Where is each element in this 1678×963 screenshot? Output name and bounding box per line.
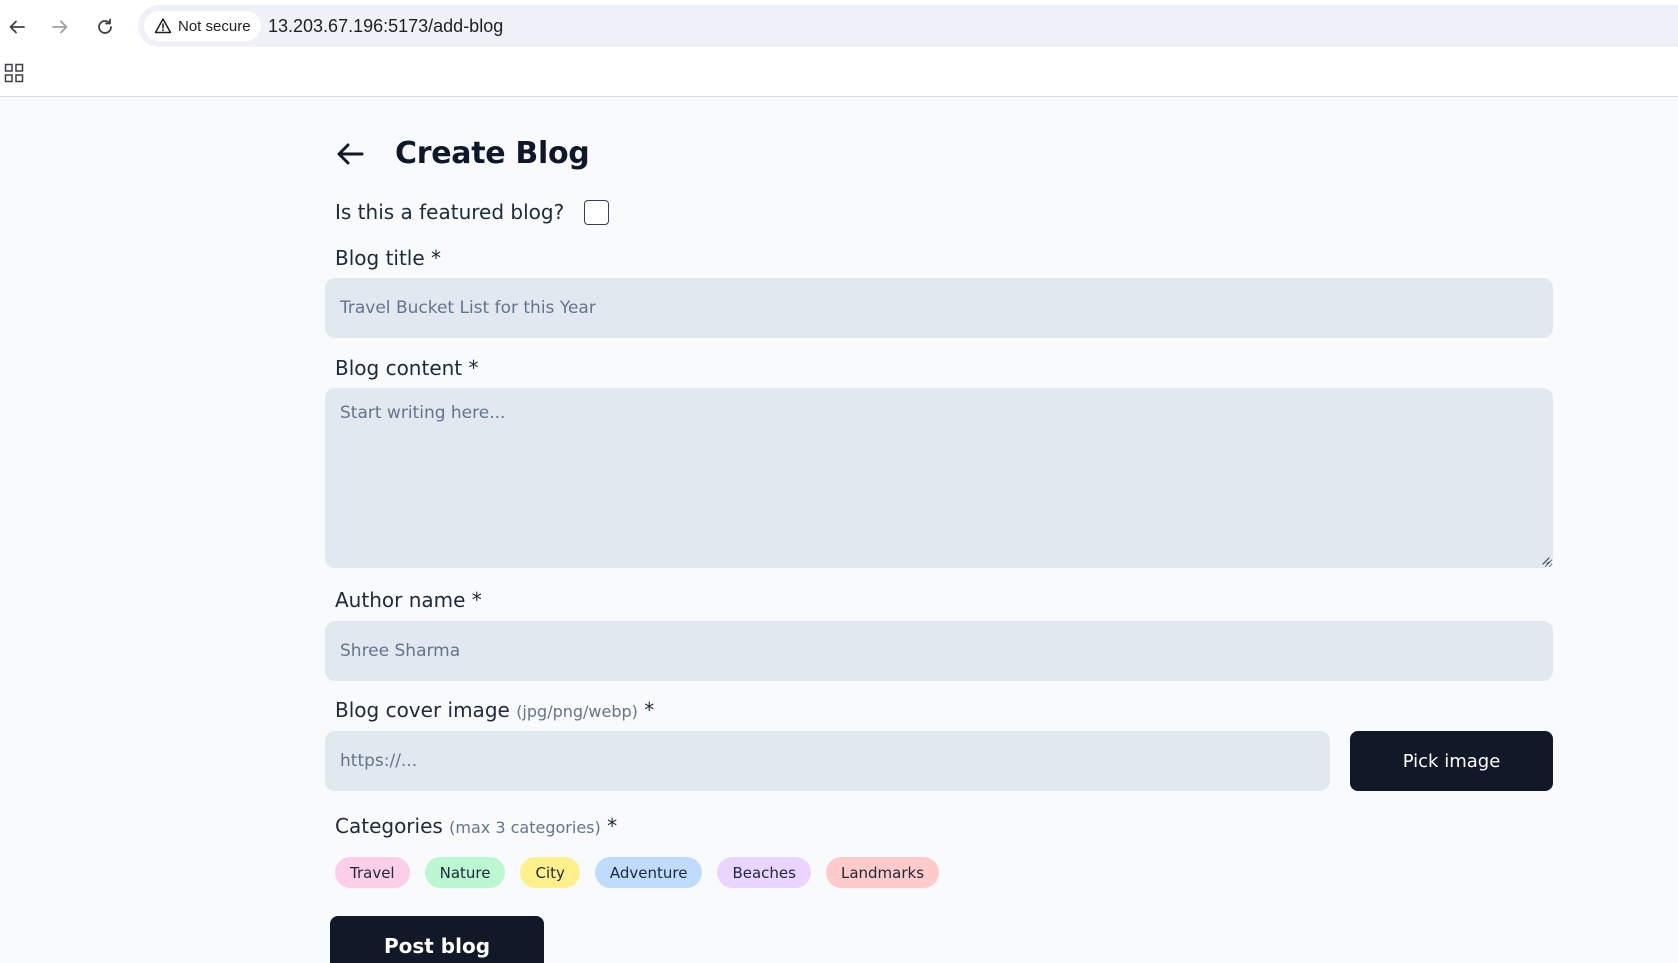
arrow-right-icon xyxy=(52,20,68,34)
address-bar[interactable]: Not secure 13.203.67.196:5173/add-blog xyxy=(138,5,1678,47)
cover-image-required: * xyxy=(637,698,655,722)
categories-required: * xyxy=(600,814,618,838)
pick-image-button[interactable]: Pick image xyxy=(1350,731,1553,791)
category-chip-beaches[interactable]: Beaches xyxy=(717,857,811,888)
category-chip-travel[interactable]: Travel xyxy=(335,857,410,888)
browser-forward-button[interactable] xyxy=(45,12,75,42)
category-chip-nature[interactable]: Nature xyxy=(424,857,506,888)
blog-title-label: Blog title * xyxy=(335,246,442,270)
categories-label-text: Categories xyxy=(335,814,443,838)
bookmarks-bar xyxy=(0,53,1678,97)
featured-label: Is this a featured blog? xyxy=(335,200,565,224)
arrow-left-icon xyxy=(9,20,25,34)
category-chip-city[interactable]: City xyxy=(520,857,580,888)
url-text: 13.203.67.196:5173/add-blog xyxy=(268,16,504,36)
category-chips: Travel Nature City Adventure Beaches Lan… xyxy=(335,857,940,888)
category-chip-landmarks[interactable]: Landmarks xyxy=(825,857,940,888)
create-blog-page: Create Blog Is this a featured blog? Blo… xyxy=(0,98,1678,963)
cover-image-label-text: Blog cover image xyxy=(335,698,510,722)
cover-image-url-input[interactable] xyxy=(325,731,1330,791)
security-label: Not secure xyxy=(178,17,251,35)
blog-content-textarea[interactable] xyxy=(325,388,1553,568)
blog-title-input[interactable] xyxy=(325,278,1553,338)
blog-content-label: Blog content * xyxy=(335,356,479,380)
cover-image-hint: (jpg/png/webp) xyxy=(516,702,638,721)
reload-icon xyxy=(98,18,112,34)
browser-back-button[interactable] xyxy=(2,12,32,42)
author-name-input[interactable] xyxy=(325,621,1553,681)
featured-checkbox[interactable] xyxy=(584,200,609,225)
cover-image-label: Blog cover image (jpg/png/webp) * xyxy=(335,698,654,722)
browser-toolbar: Not secure 13.203.67.196:5173/add-blog xyxy=(0,0,1678,53)
warning-triangle-icon xyxy=(154,18,172,34)
security-indicator[interactable]: Not secure xyxy=(144,11,261,41)
post-blog-button[interactable]: Post blog xyxy=(330,916,544,963)
author-name-label: Author name * xyxy=(335,588,482,612)
categories-label: Categories (max 3 categories) * xyxy=(335,814,617,838)
apps-grid-icon[interactable] xyxy=(4,63,24,83)
resize-handle-icon[interactable] xyxy=(1540,555,1550,565)
categories-hint: (max 3 categories) xyxy=(449,818,601,837)
browser-reload-button[interactable] xyxy=(90,12,120,42)
category-chip-adventure[interactable]: Adventure xyxy=(594,857,703,888)
page-title: Create Blog xyxy=(395,136,590,171)
back-arrow-icon[interactable] xyxy=(334,138,366,170)
